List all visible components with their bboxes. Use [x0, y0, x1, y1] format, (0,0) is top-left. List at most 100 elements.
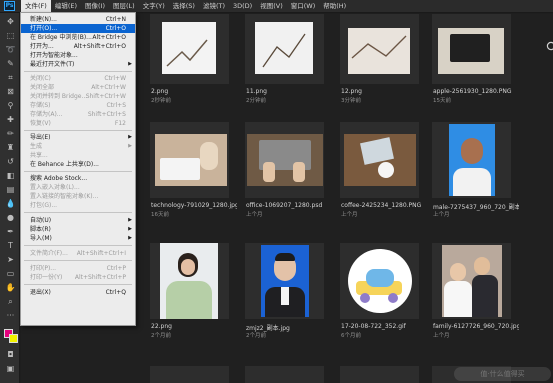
menu-item-close-go-bridge[interactable]: 关闭并转到 Bridge... Shift+Ctrl+W — [21, 92, 135, 101]
menu-item-open-smart-object[interactable]: 打开为智能对象... — [21, 51, 135, 60]
submenu-arrow-icon: ▶ — [128, 217, 132, 223]
lasso-tool-icon[interactable]: ➰ — [5, 44, 16, 55]
brush-tool-icon[interactable]: ✏ — [5, 128, 16, 139]
background-color-swatch[interactable] — [9, 334, 18, 343]
menu-view[interactable]: 视图(V) — [256, 0, 287, 12]
clone-stamp-tool-icon[interactable]: ♜ — [5, 142, 16, 153]
menu-item-automate[interactable]: 自动(U) ▶ — [21, 216, 135, 225]
file-name: coffee-2425234_1280.PNG — [341, 202, 422, 209]
menu-separator — [24, 284, 132, 285]
file-thumbnail — [340, 14, 419, 84]
menu-item-package[interactable]: 打包(G)... — [21, 201, 135, 210]
file-time: 2分钟前 — [246, 98, 266, 104]
menu-type[interactable]: 文字(Y) — [139, 0, 169, 12]
file-time: 上个月 — [246, 212, 263, 218]
submenu-arrow-icon: ▶ — [128, 226, 132, 232]
tools-panel: ✥ ⬚ ➰ ✎ ⌗ ⊠ ⚲ ✚ ✏ ♜ ↺ ◧ ▤ 💧 ● ✒ T ➤ ▭ ✋ … — [0, 13, 20, 383]
gradient-tool-icon[interactable]: ▤ — [5, 184, 16, 195]
file-thumbnail[interactable] — [150, 366, 229, 383]
crop-tool-icon[interactable]: ⌗ — [5, 72, 16, 83]
menu-item-print[interactable]: 打印(P)... Ctrl+P — [21, 264, 135, 273]
file-name: 22.png — [151, 323, 172, 330]
menu-item-open-as[interactable]: 打开为... Alt+Shift+Ctrl+O — [21, 42, 135, 51]
menu-edit[interactable]: 编辑(E) — [51, 0, 81, 12]
menu-item-open[interactable]: 打开(O)... Ctrl+O — [21, 24, 135, 33]
file-thumbnail — [340, 122, 419, 198]
menu-item-generate[interactable]: 生成 ▶ — [21, 142, 135, 151]
file-thumbnail[interactable] — [340, 366, 419, 383]
hand-tool-icon[interactable]: ✋ — [5, 282, 16, 293]
menu-separator — [24, 71, 132, 72]
screen-mode-icon[interactable]: ▣ — [5, 363, 16, 374]
menu-item-scripts[interactable]: 脚本(R) ▶ — [21, 225, 135, 234]
file-name: 2.png — [151, 88, 169, 95]
healing-brush-tool-icon[interactable]: ✚ — [5, 114, 16, 125]
menu-window[interactable]: 窗口(W) — [287, 0, 320, 12]
file-thumbnail — [150, 122, 229, 198]
file-time: 2个月前 — [246, 333, 266, 339]
type-tool-icon[interactable]: T — [5, 240, 16, 251]
file-time: 上个月 — [433, 212, 450, 218]
menu-item-share[interactable]: 共享... — [21, 151, 135, 160]
file-name: family-6127726_960_720.jpg — [433, 323, 519, 330]
menu-item-print-one[interactable]: 打印一份(Y) Alt+Shift+Ctrl+P — [21, 273, 135, 282]
file-thumbnail[interactable] — [245, 366, 324, 383]
menu-item-save[interactable]: 存储(S) Ctrl+S — [21, 101, 135, 110]
quick-mask-icon[interactable]: ◘ — [5, 349, 16, 360]
menu-item-revert[interactable]: 恢复(V) F12 — [21, 119, 135, 128]
menu-help[interactable]: 帮助(H) — [319, 0, 350, 12]
file-time: 2秒钟前 — [151, 98, 171, 104]
file-name: office-1069207_1280.psd — [246, 202, 323, 209]
file-time: 上个月 — [341, 212, 358, 218]
history-brush-tool-icon[interactable]: ↺ — [5, 156, 16, 167]
file-thumbnail — [432, 122, 511, 198]
marquee-tool-icon[interactable]: ⬚ — [5, 30, 16, 41]
menu-filter[interactable]: 滤镜(T) — [199, 0, 229, 12]
menu-separator — [24, 130, 132, 131]
file-name: technology-791029_1280.jpg — [151, 202, 237, 209]
menu-3d[interactable]: 3D(D) — [229, 0, 256, 12]
menu-item-browse-bridge[interactable]: 在 Bridge 中浏览(B)... Alt+Ctrl+O — [21, 33, 135, 42]
submenu-arrow-icon: ▶ — [128, 61, 132, 67]
submenu-arrow-icon: ▶ — [128, 134, 132, 140]
menu-item-search-stock[interactable]: 搜索 Adobe Stock... — [21, 174, 135, 183]
menu-item-close[interactable]: 关闭(C) Ctrl+W — [21, 74, 135, 83]
menu-item-place-embedded[interactable]: 置入嵌入对象(L)... — [21, 183, 135, 192]
menu-item-export[interactable]: 导出(E) ▶ — [21, 133, 135, 142]
menu-select[interactable]: 选择(S) — [169, 0, 199, 12]
menu-item-import[interactable]: 导入(M) ▶ — [21, 234, 135, 243]
file-thumbnail — [245, 243, 324, 319]
menu-separator — [24, 245, 132, 246]
file-thumbnail — [150, 14, 229, 84]
menu-item-share-behance[interactable]: 在 Behance 上共享(D)... — [21, 160, 135, 169]
file-time: 15天前 — [433, 98, 451, 104]
path-select-tool-icon[interactable]: ➤ — [5, 254, 16, 265]
eraser-tool-icon[interactable]: ◧ — [5, 170, 16, 181]
menu-file[interactable]: 文件(F) — [21, 0, 51, 12]
dodge-tool-icon[interactable]: ● — [5, 212, 16, 223]
search-icon[interactable] — [546, 41, 553, 53]
quick-select-tool-icon[interactable]: ✎ — [5, 58, 16, 69]
menu-item-new[interactable]: 新建(N)... Ctrl+N — [21, 15, 135, 24]
submenu-arrow-icon: ▶ — [128, 143, 132, 149]
pen-tool-icon[interactable]: ✒ — [5, 226, 16, 237]
file-thumbnail — [340, 243, 419, 319]
menu-item-save-as[interactable]: 存储为(A)... Shift+Ctrl+S — [21, 110, 135, 119]
menu-item-place-linked[interactable]: 置入链接的智能对象(K)... — [21, 192, 135, 201]
file-thumbnail — [245, 14, 324, 84]
file-time: 2个月前 — [151, 333, 171, 339]
menu-layer[interactable]: 图层(L) — [109, 0, 139, 12]
menu-item-close-all[interactable]: 关闭全部 Alt+Ctrl+W — [21, 83, 135, 92]
more-tools-icon[interactable]: ··· — [5, 310, 16, 321]
photoshop-logo: Ps — [4, 1, 15, 11]
menu-item-file-info[interactable]: 文件简介(F)... Alt+Shift+Ctrl+I — [21, 249, 135, 258]
rectangle-tool-icon[interactable]: ▭ — [5, 268, 16, 279]
menu-image[interactable]: 图像(I) — [81, 0, 109, 12]
menu-item-exit[interactable]: 退出(X) Ctrl+Q — [21, 288, 135, 297]
menu-item-recent-files[interactable]: 最近打开文件(T) ▶ — [21, 60, 135, 69]
blur-tool-icon[interactable]: 💧 — [5, 198, 16, 209]
zoom-tool-icon[interactable]: ⌕ — [5, 296, 16, 307]
move-tool-icon[interactable]: ✥ — [5, 16, 16, 27]
eyedropper-tool-icon[interactable]: ⚲ — [5, 100, 16, 111]
frame-tool-icon[interactable]: ⊠ — [5, 86, 16, 97]
